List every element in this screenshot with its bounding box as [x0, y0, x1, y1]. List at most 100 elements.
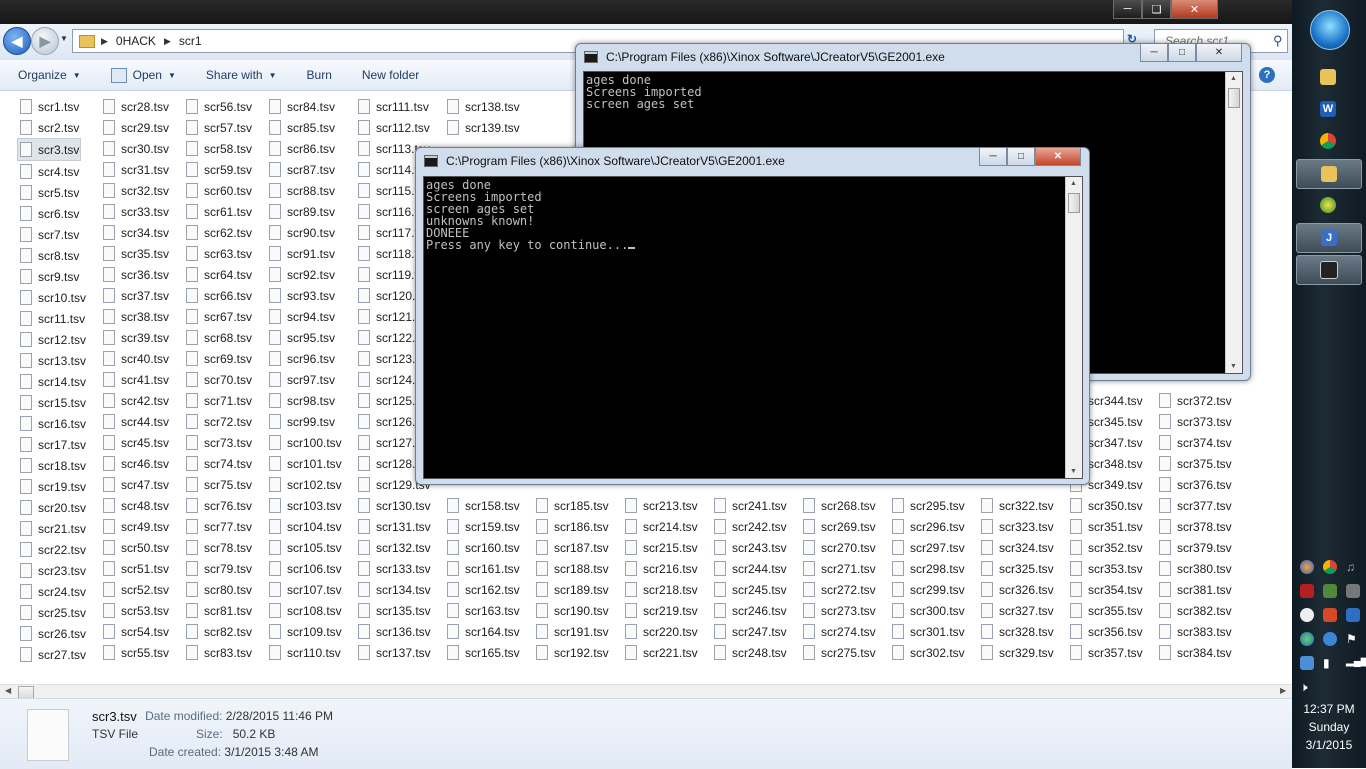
file-item[interactable]: scr380.tsv — [1159, 558, 1232, 579]
file-item[interactable]: scr161.tsv — [447, 558, 520, 579]
scrollbar-thumb[interactable] — [1068, 193, 1080, 213]
minimize-button[interactable]: ─ — [1140, 44, 1168, 62]
file-item[interactable]: scr299.tsv — [892, 579, 965, 600]
file-item[interactable]: scr186.tsv — [536, 516, 609, 537]
file-item[interactable]: scr9.tsv — [20, 266, 86, 287]
search-icon[interactable]: ⚲ — [1273, 33, 1283, 49]
file-item[interactable]: scr110.tsv — [269, 642, 342, 663]
file-item[interactable]: scr71.tsv — [186, 390, 252, 411]
clock-app-icon[interactable] — [1300, 608, 1314, 622]
taskbar-files-button[interactable] — [1296, 159, 1362, 189]
file-item[interactable]: scr22.tsv — [20, 539, 86, 560]
scroll-down-icon[interactable]: ▼ — [1230, 363, 1237, 370]
file-item[interactable]: scr27.tsv — [20, 644, 86, 665]
file-item[interactable]: scr138.tsv — [447, 96, 520, 117]
file-item[interactable]: scr8.tsv — [20, 245, 86, 266]
file-item[interactable]: scr53.tsv — [103, 600, 169, 621]
share-with-button[interactable]: Share with ▼ — [206, 68, 277, 82]
file-item[interactable]: scr218.tsv — [625, 579, 698, 600]
file-item[interactable]: scr158.tsv — [447, 495, 520, 516]
file-item[interactable]: scr60.tsv — [186, 180, 252, 201]
file-item[interactable]: scr91.tsv — [269, 243, 342, 264]
file-item[interactable]: scr136.tsv — [358, 621, 431, 642]
file-item[interactable]: scr322.tsv — [981, 495, 1054, 516]
file-item[interactable]: scr12.tsv — [20, 329, 86, 350]
file-item[interactable]: scr355.tsv — [1070, 600, 1143, 621]
file-item[interactable]: scr29.tsv — [103, 117, 169, 138]
file-item[interactable]: scr268.tsv — [803, 495, 876, 516]
file-item[interactable]: scr109.tsv — [269, 621, 342, 642]
file-item[interactable]: scr352.tsv — [1070, 537, 1143, 558]
file-item[interactable]: scr16.tsv — [20, 413, 86, 434]
file-item[interactable]: scr82.tsv — [186, 621, 252, 642]
file-item[interactable]: scr25.tsv — [20, 602, 86, 623]
file-item[interactable]: scr1.tsv — [20, 96, 86, 117]
burn-button[interactable]: Burn — [307, 68, 332, 82]
file-item[interactable]: scr378.tsv — [1159, 516, 1232, 537]
file-item[interactable]: scr77.tsv — [186, 516, 252, 537]
file-item[interactable]: scr107.tsv — [269, 579, 342, 600]
file-item[interactable]: scr37.tsv — [103, 285, 169, 306]
file-item[interactable]: scr99.tsv — [269, 411, 342, 432]
file-item[interactable]: scr375.tsv — [1159, 453, 1232, 474]
file-item[interactable]: scr84.tsv — [269, 96, 342, 117]
file-item[interactable]: scr188.tsv — [536, 558, 609, 579]
file-item[interactable]: scr57.tsv — [186, 117, 252, 138]
file-item[interactable]: scr296.tsv — [892, 516, 965, 537]
file-item[interactable]: scr45.tsv — [103, 432, 169, 453]
file-item[interactable]: scr5.tsv — [20, 182, 86, 203]
minimize-button[interactable]: ─ — [979, 148, 1007, 166]
file-item[interactable]: scr162.tsv — [447, 579, 520, 600]
file-item[interactable]: scr63.tsv — [186, 243, 252, 264]
file-item[interactable]: scr21.tsv — [20, 518, 86, 539]
file-item[interactable]: scr59.tsv — [186, 159, 252, 180]
file-item[interactable]: scr20.tsv — [20, 497, 86, 518]
file-item[interactable]: scr80.tsv — [186, 579, 252, 600]
file-item[interactable]: scr76.tsv — [186, 495, 252, 516]
file-item[interactable]: scr137.tsv — [358, 642, 431, 663]
file-item[interactable]: scr78.tsv — [186, 537, 252, 558]
file-item[interactable]: scr75.tsv — [186, 474, 252, 495]
file-item[interactable]: scr353.tsv — [1070, 558, 1143, 579]
file-item[interactable]: scr97.tsv — [269, 369, 342, 390]
taskbar-chrome-button[interactable] — [1296, 127, 1360, 155]
file-item[interactable]: scr187.tsv — [536, 537, 609, 558]
file-item[interactable]: scr351.tsv — [1070, 516, 1143, 537]
start-button[interactable] — [1310, 10, 1350, 50]
file-item[interactable]: scr96.tsv — [269, 348, 342, 369]
printer-icon[interactable] — [1346, 584, 1360, 598]
file-item[interactable]: scr298.tsv — [892, 558, 965, 579]
file-item[interactable]: scr93.tsv — [269, 285, 342, 306]
file-item[interactable]: scr81.tsv — [186, 600, 252, 621]
file-item[interactable]: scr242.tsv — [714, 516, 787, 537]
file-item[interactable]: scr32.tsv — [103, 180, 169, 201]
file-item[interactable]: scr40.tsv — [103, 348, 169, 369]
file-item[interactable]: scr51.tsv — [103, 558, 169, 579]
file-item[interactable]: scr272.tsv — [803, 579, 876, 600]
file-item[interactable]: scr275.tsv — [803, 642, 876, 663]
file-item[interactable]: scr216.tsv — [625, 558, 698, 579]
new-folder-button[interactable]: New folder — [362, 68, 419, 82]
help-icon[interactable]: ? — [1259, 67, 1275, 83]
network-globe-icon[interactable] — [1300, 632, 1314, 646]
console-window-front[interactable]: C:\Program Files (x86)\Xinox Software\JC… — [415, 147, 1090, 485]
maximize-button[interactable]: ❑ — [1142, 0, 1171, 19]
file-item[interactable]: scr274.tsv — [803, 621, 876, 642]
file-item[interactable]: scr11.tsv — [20, 308, 86, 329]
maximize-button[interactable]: □ — [1168, 44, 1196, 62]
battery-icon[interactable]: ▮ — [1323, 656, 1337, 670]
taskbar-explorer-button[interactable] — [1296, 63, 1360, 91]
file-item[interactable]: scr34.tsv — [103, 222, 169, 243]
file-item[interactable]: scr191.tsv — [536, 621, 609, 642]
chevron-right-icon[interactable]: ▶ — [101, 36, 108, 47]
close-button[interactable]: ✕ — [1035, 148, 1081, 166]
file-item[interactable]: scr245.tsv — [714, 579, 787, 600]
file-item[interactable]: scr83.tsv — [186, 642, 252, 663]
file-item[interactable]: scr95.tsv — [269, 327, 342, 348]
file-item[interactable]: scr354.tsv — [1070, 579, 1143, 600]
file-item[interactable]: scr68.tsv — [186, 327, 252, 348]
file-item[interactable]: scr55.tsv — [103, 642, 169, 663]
file-item[interactable]: scr64.tsv — [186, 264, 252, 285]
display-icon[interactable] — [1346, 608, 1360, 622]
file-item[interactable]: scr94.tsv — [269, 306, 342, 327]
